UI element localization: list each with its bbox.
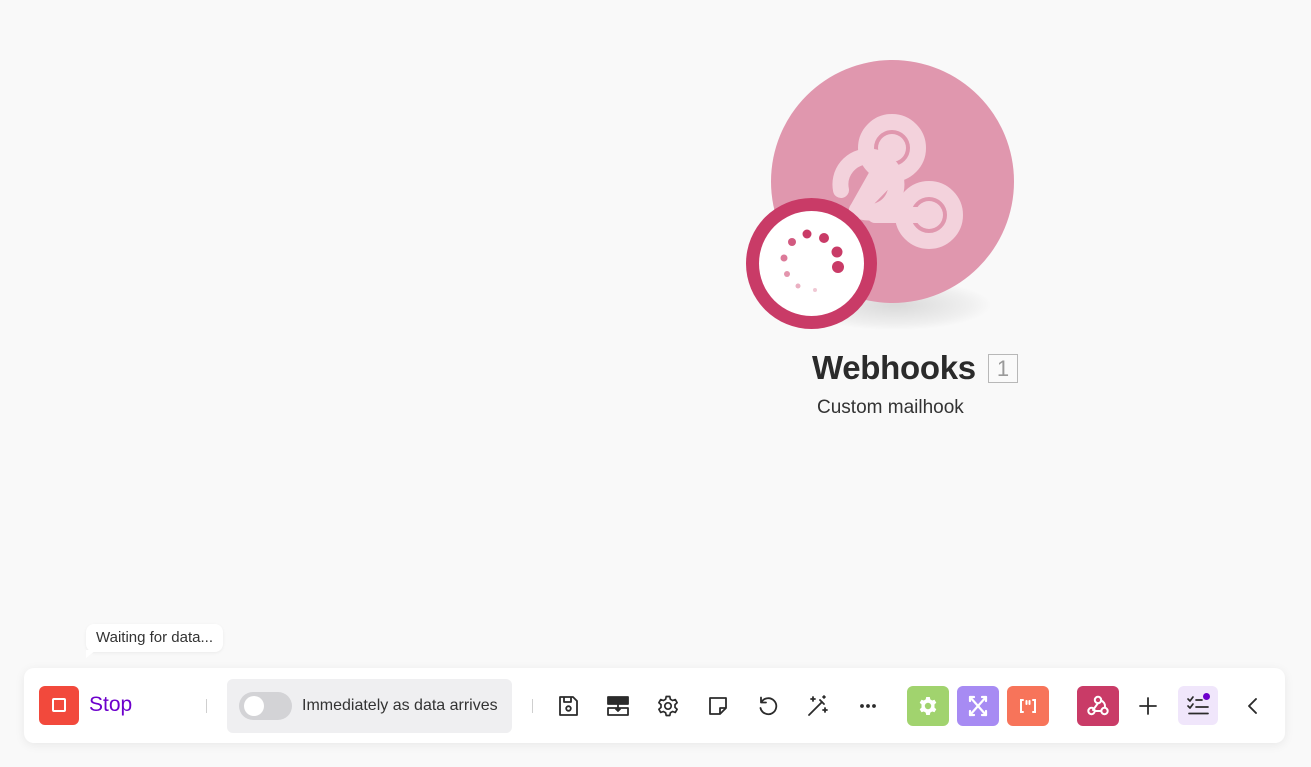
more-options-button[interactable] [853, 691, 883, 721]
save-icon [559, 696, 578, 716]
scenario-canvas[interactable]: Webhooks 1 Custom mailhook Waiting for d… [0, 0, 1311, 767]
chevron-left-icon [1248, 698, 1257, 714]
gear-icon [658, 695, 678, 717]
stop-square-icon [52, 698, 66, 712]
bottom-toolbar: Stop Immediately as data arrives [24, 668, 1285, 743]
flow-control-icon [968, 695, 988, 717]
schedule-label[interactable]: Immediately as data arrives [302, 696, 498, 716]
magic-wand-icon [808, 695, 828, 716]
notes-button[interactable] [703, 691, 733, 721]
text-parser-button[interactable] [1007, 686, 1049, 726]
toggle-knob [244, 696, 264, 716]
checklist-icon [1187, 696, 1209, 715]
scheduling-toggle[interactable] [239, 692, 292, 720]
checklist-button[interactable] [1178, 686, 1218, 725]
align-icon [607, 696, 629, 716]
schedule-setting[interactable]: Immediately as data arrives [227, 679, 512, 733]
flow-control-button[interactable] [957, 686, 999, 726]
note-icon [709, 697, 727, 715]
undo-icon [759, 696, 778, 716]
tools-button[interactable] [907, 686, 949, 726]
stop-label[interactable]: Stop [89, 692, 132, 718]
collapse-toolbar-button[interactable] [1238, 691, 1268, 721]
stop-button[interactable] [39, 686, 79, 725]
module-status-indicator [746, 198, 877, 329]
gear-icon [919, 697, 937, 715]
toolbar-divider [206, 699, 207, 713]
webhook-icon [1087, 695, 1109, 716]
auto-align-button[interactable] [603, 691, 633, 721]
save-button[interactable] [553, 691, 583, 721]
brackets-icon [1020, 699, 1036, 713]
add-module-button[interactable] [1133, 691, 1163, 721]
plus-icon [1139, 697, 1157, 715]
notification-dot [1203, 693, 1210, 700]
module-id-badge: 1 [988, 354, 1018, 383]
status-tooltip: Waiting for data... [86, 624, 223, 658]
loading-spinner-icon [780, 229, 844, 292]
module-subtitle: Custom mailhook [817, 397, 964, 418]
ai-magic-button[interactable] [803, 691, 833, 721]
module-title: Webhooks [812, 349, 976, 386]
scenario-settings-button[interactable] [653, 691, 683, 721]
history-button[interactable] [753, 691, 783, 721]
more-dots-icon [860, 704, 876, 708]
toolbar-divider [532, 699, 533, 713]
webhooks-app-button[interactable] [1077, 686, 1119, 726]
